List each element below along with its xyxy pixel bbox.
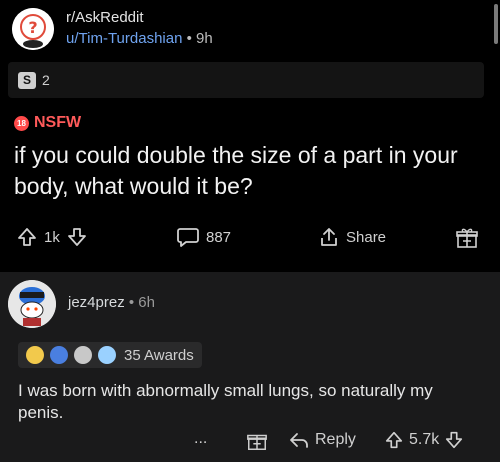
comment-author[interactable]: jez4prez — [68, 294, 125, 311]
comment-card: jez4prez • 6h 35 Awards I was born with … — [0, 272, 500, 462]
nsfw-badge-icon: 18 — [14, 115, 29, 131]
subreddit-avatar[interactable]: ? — [12, 8, 54, 50]
meta-separator: • — [128, 294, 139, 311]
comment-meta: jez4prez • 6h — [68, 294, 155, 311]
post-meta: u/Tim-Turdashian • 9h — [66, 30, 213, 47]
reply-label: Reply — [315, 431, 356, 448]
flair-row[interactable]: S 2 — [8, 62, 484, 98]
upvote-icon[interactable] — [16, 226, 38, 248]
comment-award-button[interactable] — [246, 430, 268, 452]
post-actions: 1k 887 Share — [0, 226, 500, 260]
post-age: 9h — [196, 30, 213, 47]
share-icon — [321, 228, 337, 246]
award-gift-icon — [247, 434, 267, 450]
more-icon: ... — [194, 430, 208, 447]
reply-icon — [290, 433, 308, 448]
award-gold-icon — [26, 346, 44, 364]
share-label: Share — [346, 228, 387, 246]
award-silver-icon — [74, 346, 92, 364]
flair-s-icon: S — [18, 72, 36, 89]
award-blue-icon — [50, 346, 68, 364]
more-button[interactable]: ... — [194, 430, 207, 448]
post-author[interactable]: u/Tim-Turdashian — [66, 30, 182, 47]
comment-vote-group: 5.7k — [384, 430, 464, 450]
comments-button[interactable]: 887 — [176, 226, 231, 248]
comment-body: I was born with abnormally small lungs, … — [18, 381, 433, 422]
post-vote-count: 1k — [44, 228, 60, 246]
comment-count: 887 — [206, 228, 232, 246]
post-card: ? r/AskReddit u/Tim-Turdashian • 9h S 2 … — [0, 0, 500, 272]
post-vote-group: 1k — [16, 226, 88, 248]
downvote-icon[interactable] — [66, 226, 88, 248]
comment-icon — [177, 228, 199, 247]
upvote-icon[interactable] — [384, 430, 404, 450]
scrollbar[interactable] — [494, 4, 498, 44]
awards-label: 35 Awards — [124, 346, 194, 364]
comment-actions: ... Reply 5.7k — [0, 430, 500, 458]
meta-separator: • — [186, 30, 197, 47]
reply-button[interactable]: Reply — [288, 430, 356, 450]
flair-count: 2 — [42, 72, 50, 88]
downvote-icon[interactable] — [444, 430, 464, 450]
awards-bar[interactable]: 35 Awards — [18, 342, 202, 368]
nsfw-tag: 18 NSFW — [14, 114, 81, 132]
comment-avatar[interactable] — [8, 280, 56, 328]
comment-age: 6h — [138, 294, 155, 311]
award-light-icon — [98, 346, 116, 364]
comment-vote-count: 5.7k — [409, 431, 440, 448]
question-mark-icon: ? — [12, 8, 54, 50]
award-gift-icon — [456, 228, 478, 248]
svg-text:?: ? — [28, 18, 37, 37]
post-title[interactable]: if you could double the size of a part i… — [14, 140, 484, 202]
subreddit-name[interactable]: r/AskReddit — [66, 9, 144, 26]
nsfw-label: NSFW — [34, 114, 82, 131]
share-button[interactable]: Share — [318, 226, 386, 248]
snoo-avatar-icon — [8, 280, 56, 328]
award-button[interactable] — [455, 226, 479, 250]
